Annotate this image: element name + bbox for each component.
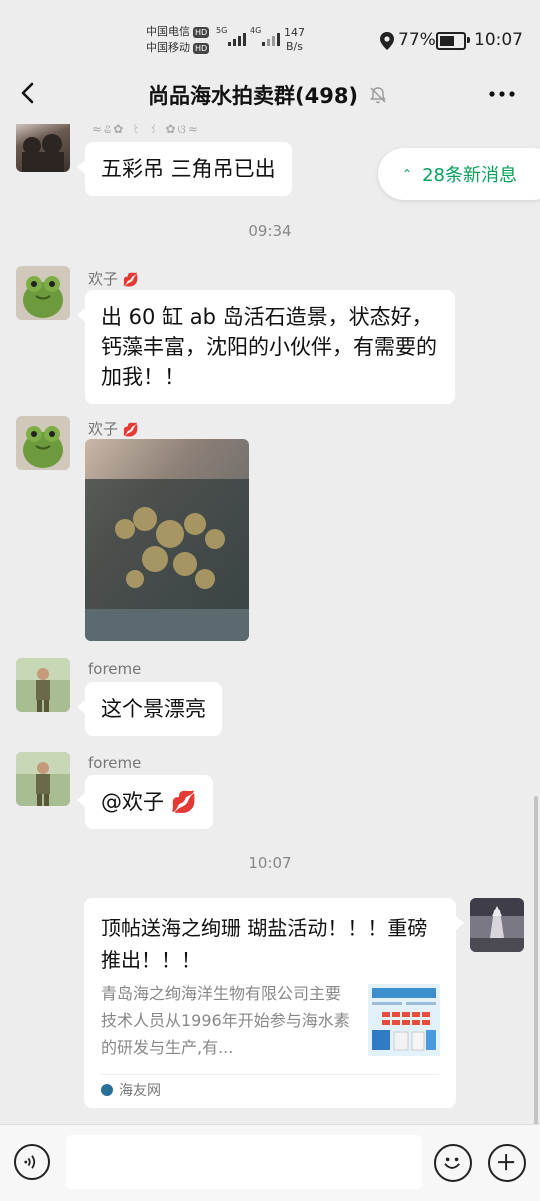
avatar[interactable] [16,658,70,712]
network-type-2: 4G [250,26,262,35]
sender-name: foreme [88,754,142,772]
timestamp: 10:07 [248,854,292,872]
sender-name-decor: ≈ଌ✿ ꒰ ꒱ ✿ଓ≈ [92,124,200,136]
signal-1-icon [228,30,246,46]
network-type-1: 5G [216,26,228,35]
network-speed: 147 B/s [284,26,305,54]
emoji-icon[interactable] [434,1144,472,1182]
avatar[interactable] [16,266,70,320]
message-bubble[interactable]: 五彩吊 三角吊已出 [77,142,292,196]
chat-header: 尚品海水拍卖群(498) [0,68,540,124]
carrier-2: 中国移动 [146,41,190,54]
clock: 10:07 [474,30,523,50]
double-chevron-up-icon: ⌃ [402,167,413,181]
lips-emoji-icon: 💋 [122,423,139,438]
battery-percent: 77% [398,30,436,50]
card-description: 青岛海之绚海洋生物有限公司主要技术人员从1996年开始参与海水素的研发与生产,有… [101,984,350,1057]
avatar[interactable] [16,752,70,806]
timestamp: 09:34 [248,222,292,240]
hd-badge-1: HD [193,26,210,38]
voice-icon[interactable] [14,1144,50,1180]
card-divider [101,1074,439,1075]
message-bubble[interactable]: @欢子 💋 [77,775,213,829]
carrier-1: 中国电信 [146,25,190,38]
new-messages-button[interactable]: ⌃ 28条新消息 [378,148,540,200]
input-bar [0,1124,540,1201]
new-messages-label: 28条新消息 [422,165,517,186]
plus-icon[interactable] [488,1144,526,1182]
carrier-info: 中国电信 HD 中国移动 HD [146,24,210,56]
avatar[interactable] [16,124,70,172]
signal-2-icon [262,30,280,46]
location-icon [380,32,394,50]
title-group: 尚品海水拍卖群(498) [148,80,388,110]
scrollbar[interactable] [534,796,538,1126]
avatar[interactable] [16,416,70,470]
card-thumbnail [368,984,440,1056]
message-bubble[interactable]: 这个景漂亮 [77,682,222,736]
card-source: 海友网 [101,1080,161,1100]
card-title: 顶帖送海之绚珊 瑚盐活动！！！重磅推出！！！ [101,916,428,972]
sender-name: 欢子 💋 [88,270,139,288]
sender-name: 欢子 💋 [88,420,139,438]
back-arrow-icon[interactable] [14,78,44,108]
more-icon[interactable] [488,84,516,104]
link-card-message[interactable]: 顶帖送海之绚珊 瑚盐活动！！！重磅推出！！！ 青岛海之绚海洋生物有限公司主要技术… [84,898,464,1108]
lips-emoji-icon: 💋 [170,790,197,814]
card-source-name: 海友网 [119,1083,161,1099]
lips-emoji-icon: 💋 [122,273,139,288]
source-logo-icon [101,1084,113,1096]
message-text: 这个景漂亮 [101,697,206,721]
bell-muted-icon [370,87,386,104]
chat-title[interactable]: 尚品海水拍卖群(498) [148,80,358,110]
battery-icon [436,32,470,50]
message-bubble[interactable]: 出 60 缸 ab 岛活石造景，状态好，钙藻丰富，沈阳的小伙伴，有需要的加我！！ [77,290,455,404]
image-message[interactable] [85,439,249,641]
battery-fill [440,36,454,46]
my-avatar[interactable] [470,898,524,952]
message-text: @欢子 [101,790,164,814]
message-text: 五彩吊 三角吊已出 [101,157,276,181]
message-input[interactable] [66,1135,422,1189]
message-text: 出 60 缸 ab 岛活石造景，状态好，钙藻丰富，沈阳的小伙伴，有需要的加我！！ [101,305,437,389]
hd-badge-2: HD [193,42,210,54]
speed-value: 147 [284,26,305,39]
speed-unit: B/s [286,40,303,53]
sender-name: foreme [88,660,142,678]
